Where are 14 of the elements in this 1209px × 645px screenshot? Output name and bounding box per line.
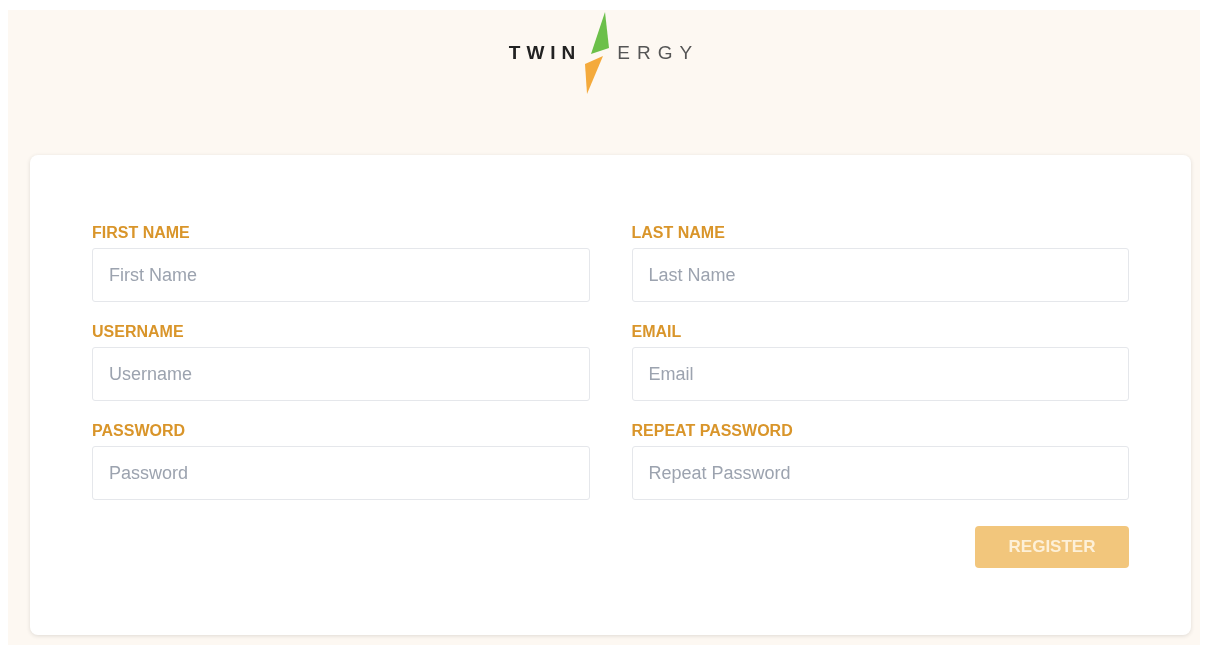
field-label: FIRST NAME <box>92 223 191 243</box>
logo-text: TWIN <box>508 40 582 65</box>
input-field[interactable]: First Name <box>92 248 590 302</box>
input-field[interactable]: Repeat Password <box>631 446 1129 500</box>
input-field[interactable]: Email <box>631 347 1129 401</box>
input-field[interactable]: Username <box>92 347 590 401</box>
field-label: USERNAME <box>92 322 185 342</box>
field-label: EMAIL <box>631 322 683 342</box>
field-label: LAST NAME <box>631 223 726 243</box>
input-field[interactable]: Last Name <box>631 248 1129 302</box>
input-field[interactable]: Password <box>92 446 590 500</box>
logo-text: ERGY <box>617 40 700 65</box>
field-label: REPEAT PASSWORD <box>631 421 794 441</box>
field-label: PASSWORD <box>92 421 187 441</box>
